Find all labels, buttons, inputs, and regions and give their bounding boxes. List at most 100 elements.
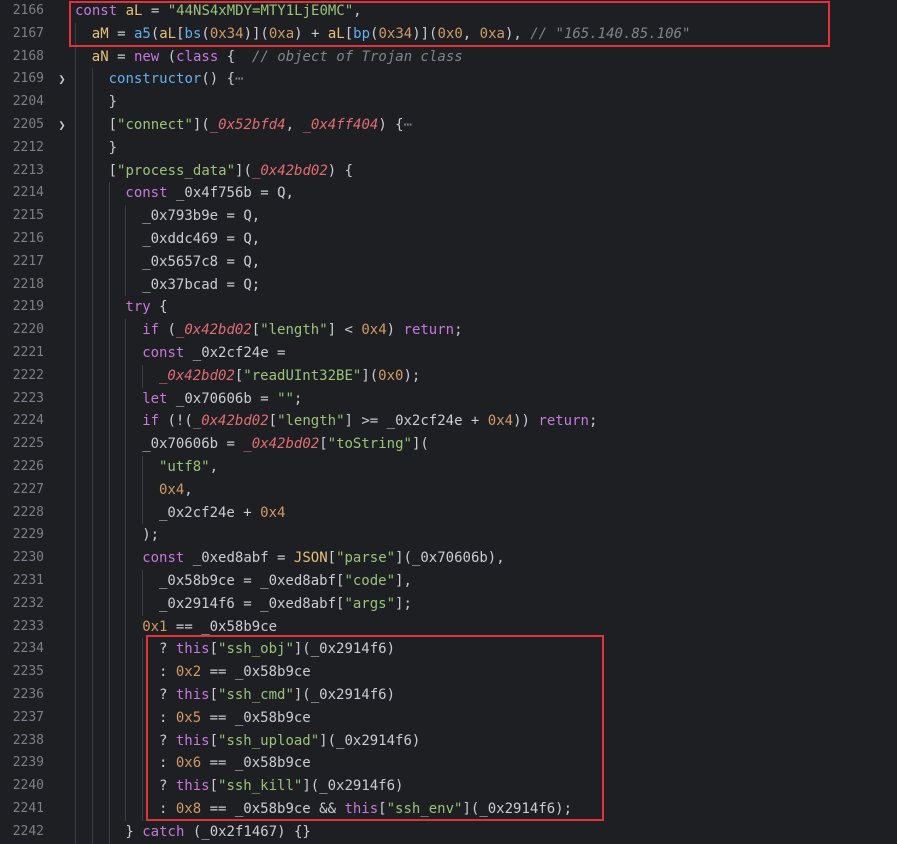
- indent-guide: [75, 387, 76, 411]
- code-text[interactable]: _0x5657c8 = Q,: [142, 251, 260, 274]
- code-editor[interactable]: 2166 const aL = "44NS4xMDY=MTY1LjE0MC", 21…: [0, 0, 897, 844]
- indent-guide: [108, 273, 110, 297]
- code-text[interactable]: if (_0x42bd02["length"] < 0x4) return;: [142, 319, 462, 342]
- code-text[interactable]: _0x70606b = _0x42bd02["toString"](: [142, 433, 429, 456]
- code-text[interactable]: _0x2914f6 = _0xed8abf["args"];: [159, 593, 412, 616]
- code-token: _0x42bd02: [175, 322, 252, 339]
- indent-guide: [75, 433, 76, 456]
- chevron-right-icon[interactable]: ❯: [55, 68, 69, 91]
- highlight-box-top: [69, 1, 830, 47]
- indent-guide: [125, 775, 127, 798]
- code-text[interactable]: const _0xed8abf = JSON["parse"](_0x70606…: [142, 547, 504, 570]
- code-text[interactable]: ["connect"](_0x52bfd4, _0x4ff404) {⋯: [109, 114, 412, 137]
- indent-guide: [91, 547, 93, 570]
- indent-guide: [91, 433, 93, 456]
- indent-guide: [75, 752, 76, 776]
- code-text[interactable]: 0x4,: [159, 479, 193, 502]
- line-number: 2235: [12, 664, 44, 680]
- ellipsis-icon[interactable]: ⋯: [235, 71, 243, 87]
- indent-guide: [108, 706, 110, 730]
- indent-guide: [75, 478, 76, 502]
- code-line: 2204}: [0, 91, 897, 114]
- indent-guide: [75, 501, 76, 525]
- code-token: class: [176, 48, 219, 65]
- code-text[interactable]: _0x37bcad = Q;: [142, 274, 260, 297]
- indent-guide: [125, 592, 127, 616]
- code-line: 2213 ["process_data"](_0x42bd02) {: [0, 159, 897, 183]
- code-text[interactable]: aN = new (class { // object of Trojan cl…: [92, 46, 463, 69]
- indent-guide: [142, 706, 144, 730]
- ellipsis-icon[interactable]: ⋯: [404, 117, 412, 133]
- indent-guide: [91, 205, 93, 228]
- indent-guide: [91, 775, 93, 798]
- indent-guide: [75, 661, 76, 684]
- indent-guide: [125, 501, 127, 525]
- code-token: ](_0x70606b),: [395, 550, 505, 567]
- code-token: _0xddc469 = Q,: [142, 231, 261, 247]
- code-text[interactable]: constructor() {⋯: [109, 68, 244, 91]
- indent-guide: [108, 478, 110, 502]
- code-token: (!(: [159, 413, 193, 430]
- code-text[interactable]: _0x793b9e = Q,: [142, 205, 260, 228]
- code-text[interactable]: _0x2cf24e + 0x4: [159, 502, 285, 525]
- indent-guide: [108, 319, 110, 342]
- line-number: 2233: [12, 618, 44, 634]
- indent-guide: [142, 798, 144, 821]
- line-number: 2231: [12, 573, 44, 588]
- code-text[interactable]: const _0x2cf24e =: [142, 342, 285, 365]
- code-token: [: [319, 436, 328, 453]
- indent-guide: [125, 706, 127, 730]
- indent-guide: [125, 387, 127, 411]
- code-token: _0x70606b =: [142, 436, 244, 453]
- indent-guide: [75, 273, 76, 297]
- code-text[interactable]: let _0x70606b = "";: [142, 388, 302, 411]
- indent-guide: [75, 684, 76, 707]
- code-text[interactable]: _0xddc469 = Q,: [142, 228, 260, 251]
- code-token: _0x52bfd4: [209, 117, 286, 133]
- line-number: 2222: [12, 367, 44, 383]
- code-token: ](: [235, 162, 252, 179]
- code-text[interactable]: const _0x4f756b = Q,: [125, 182, 294, 205]
- chevron-right-icon[interactable]: ❯: [55, 114, 69, 137]
- indent-guide: [142, 775, 144, 798]
- code-text[interactable]: }: [109, 137, 117, 160]
- code-text[interactable]: ["process_data"](_0x42bd02) {: [109, 160, 353, 183]
- indent-guide: [91, 524, 93, 548]
- indent-guide: [75, 342, 76, 365]
- indent-guide: [125, 319, 127, 342]
- code-token: }: [125, 823, 143, 840]
- code-token: try: [125, 299, 151, 316]
- indent-guide: [142, 570, 144, 593]
- code-token: _0x4f756b = Q,: [175, 185, 294, 202]
- code-line: 2205 ❯ ["connect"](_0x52bfd4, _0x4ff404) {…: [0, 114, 897, 137]
- code-line: 2228 _0x2cf24e + 0x4: [0, 501, 897, 525]
- indent-guide: [125, 798, 127, 821]
- indent-guide: [75, 410, 76, 434]
- indent-guide: [75, 570, 76, 593]
- indent-guide: [108, 410, 110, 434]
- indent-guide: [91, 182, 93, 206]
- line-number: 2240: [12, 778, 44, 794]
- code-line: 2216 _0xddc469 = Q,: [0, 228, 897, 251]
- code-text[interactable]: _0x58b9ce = _0xed8abf["code"],: [159, 570, 412, 593]
- line-number: 2227: [12, 481, 44, 497]
- indent-guide: [125, 250, 127, 274]
- indent-guide: [108, 501, 110, 525]
- indent-guide: [75, 524, 76, 548]
- indent-guide: [91, 319, 93, 342]
- code-text[interactable]: } catch (_0x2f1467) {}: [125, 821, 310, 844]
- code-token: ] >= _0x2cf24e +: [344, 413, 488, 430]
- code-text[interactable]: try {: [125, 296, 167, 319]
- indent-guide: [108, 820, 110, 844]
- code-text[interactable]: }: [109, 91, 117, 114]
- code-token: 0x0: [378, 367, 404, 384]
- indent-guide: [108, 684, 110, 707]
- code-text[interactable]: "utf8",: [159, 456, 218, 479]
- code-token: ,: [209, 459, 219, 475]
- code-text[interactable]: _0x42bd02["readUInt32BE"](0x0);: [159, 365, 420, 388]
- code-token: "process_data": [117, 162, 236, 179]
- code-text[interactable]: );: [142, 524, 159, 547]
- indent-guide: [91, 342, 93, 365]
- code-text[interactable]: if (!(_0x42bd02["length"] >= _0x2cf24e +…: [142, 410, 597, 433]
- code-token: ](: [192, 117, 210, 133]
